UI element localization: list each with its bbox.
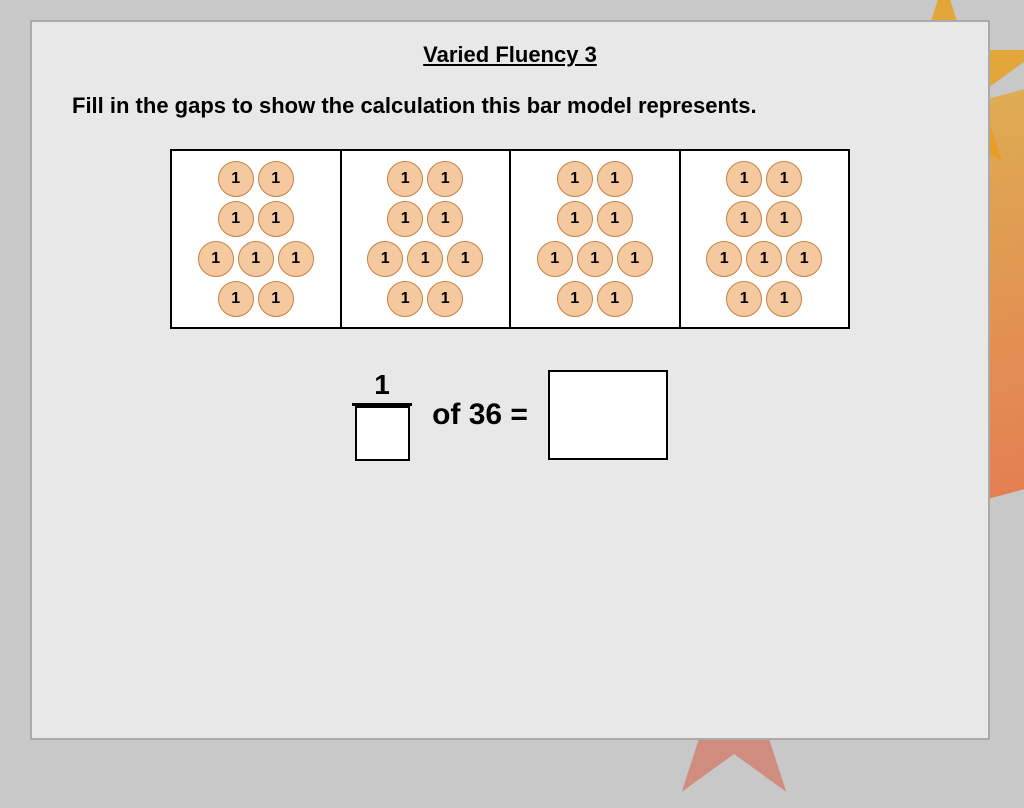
circle: 1: [218, 161, 254, 197]
bar-section-1: 1 1 1 1 1 1 1 1 1: [172, 151, 342, 327]
circle: 1: [407, 241, 443, 277]
circle: 1: [746, 241, 782, 277]
circle: 1: [557, 281, 593, 317]
circle: 1: [218, 281, 254, 317]
bar-section-2: 1 1 1 1 1 1 1 1 1: [342, 151, 512, 327]
circle: 1: [617, 241, 653, 277]
circle: 1: [557, 201, 593, 237]
circle-row: 1 1 1: [367, 241, 483, 277]
circle: 1: [537, 241, 573, 277]
circle: 1: [786, 241, 822, 277]
circle: 1: [726, 161, 762, 197]
circle: 1: [387, 281, 423, 317]
circle: 1: [218, 201, 254, 237]
circle-row: 1 1: [726, 281, 802, 317]
circle: 1: [597, 201, 633, 237]
circle-row: 1 1: [218, 281, 294, 317]
circle: 1: [198, 241, 234, 277]
circle: 1: [597, 161, 633, 197]
circle: 1: [726, 201, 762, 237]
fraction-numerator: 1: [374, 369, 390, 403]
circle: 1: [427, 161, 463, 197]
circle: 1: [427, 201, 463, 237]
circle-row: 1 1: [218, 201, 294, 237]
bar-section-3: 1 1 1 1 1 1 1 1 1: [511, 151, 681, 327]
circle: 1: [258, 281, 294, 317]
circle: 1: [387, 201, 423, 237]
answer-input-box[interactable]: [548, 370, 668, 460]
circle-row: 1 1: [557, 201, 633, 237]
circle-row: 1 1: [726, 161, 802, 197]
circle: 1: [238, 241, 274, 277]
fraction-equation-area: 1 of 36 =: [62, 369, 958, 461]
circle-row: 1 1: [387, 201, 463, 237]
circle-row: 1 1: [387, 161, 463, 197]
circle: 1: [367, 241, 403, 277]
circle-row: 1 1: [387, 281, 463, 317]
circle-row: 1 1: [557, 281, 633, 317]
main-card: Varied Fluency 3 Fill in the gaps to sho…: [30, 20, 990, 740]
circle: 1: [557, 161, 593, 197]
circle: 1: [597, 281, 633, 317]
circle-row: 1 1 1: [537, 241, 653, 277]
circle: 1: [766, 161, 802, 197]
circle: 1: [447, 241, 483, 277]
circle: 1: [427, 281, 463, 317]
circle: 1: [258, 161, 294, 197]
circle-row: 1 1 1: [706, 241, 822, 277]
fraction-denominator-input[interactable]: [355, 406, 410, 461]
circle-row: 1 1: [218, 161, 294, 197]
circle: 1: [387, 161, 423, 197]
circle: 1: [577, 241, 613, 277]
circle: 1: [766, 201, 802, 237]
fraction-display: 1: [352, 369, 412, 461]
circle-row: 1 1: [726, 201, 802, 237]
circle-row: 1 1 1: [198, 241, 314, 277]
circle: 1: [258, 201, 294, 237]
circle: 1: [706, 241, 742, 277]
page-title: Varied Fluency 3: [62, 42, 958, 68]
instruction-text: Fill in the gaps to show the calculation…: [62, 93, 958, 119]
bar-model: 1 1 1 1 1 1 1 1 1 1 1 1: [170, 149, 850, 329]
circle: 1: [726, 281, 762, 317]
bar-section-4: 1 1 1 1 1 1 1 1 1: [681, 151, 849, 327]
of-36-equals-text: of 36 =: [432, 398, 528, 432]
circle-row: 1 1: [557, 161, 633, 197]
circle: 1: [766, 281, 802, 317]
circle: 1: [278, 241, 314, 277]
